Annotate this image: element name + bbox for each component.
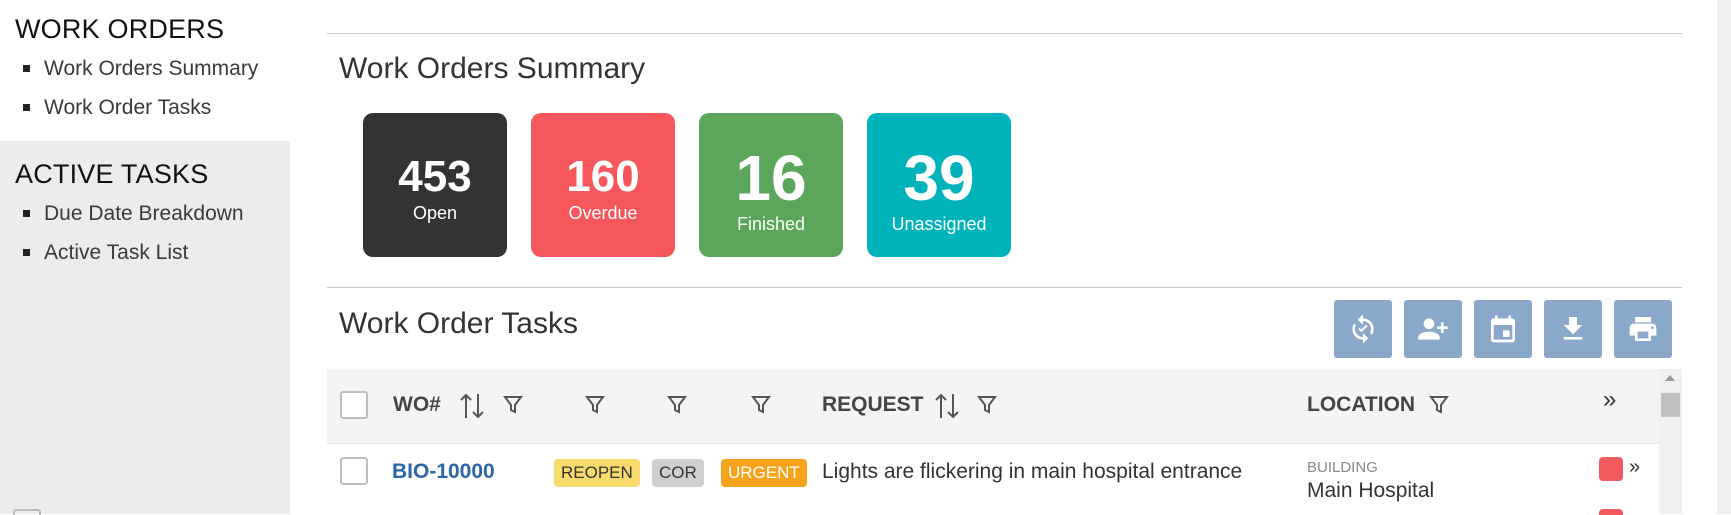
table-row[interactable]: BIO-10000 REOPEN COR URGENT Lights are f… bbox=[327, 443, 1659, 514]
status-indicator bbox=[1599, 457, 1623, 481]
sidebar-item-label: Work Orders Summary bbox=[44, 57, 259, 80]
column-header-location: LOCATION bbox=[1307, 393, 1416, 416]
row-checkbox[interactable] bbox=[13, 509, 41, 515]
sidebar-section-title: ACTIVE TASKS bbox=[15, 159, 209, 189]
select-all-checkbox[interactable] bbox=[340, 391, 368, 419]
reopen-badge: REOPEN bbox=[554, 459, 640, 487]
open-card[interactable]: 453 Open bbox=[363, 113, 507, 257]
tasks-title: Work Order Tasks bbox=[339, 307, 578, 340]
scroll-up-arrow-icon[interactable] bbox=[1665, 375, 1675, 381]
refresh-button[interactable] bbox=[1334, 300, 1392, 358]
urgent-badge: URGENT bbox=[721, 459, 807, 487]
filter-icon[interactable] bbox=[1429, 395, 1449, 420]
download-button[interactable] bbox=[1544, 300, 1602, 358]
card-value: 39 bbox=[903, 141, 975, 214]
finished-card[interactable]: 16 Finished bbox=[699, 113, 843, 257]
row-checkbox[interactable] bbox=[340, 457, 368, 485]
sidebar-item-work-order-tasks[interactable]: Work Order Tasks bbox=[15, 92, 290, 131]
sidebar-item-active-task-list[interactable]: Active Task List bbox=[15, 237, 290, 276]
summary-cards: 453 Open 160 Overdue 16 Finished 39 Unas… bbox=[363, 113, 1011, 257]
sort-icon[interactable] bbox=[934, 392, 960, 425]
sidebar-item-work-orders-summary[interactable]: Work Orders Summary bbox=[15, 53, 290, 92]
divider bbox=[327, 287, 1682, 288]
sidebar-item-label: Work Order Tasks bbox=[44, 96, 212, 119]
card-label: Finished bbox=[736, 213, 806, 234]
cor-badge: COR bbox=[652, 459, 704, 487]
sort-icon[interactable] bbox=[459, 392, 485, 425]
refresh-sync-icon bbox=[1352, 314, 1374, 344]
summary-title: Work Orders Summary bbox=[339, 52, 646, 85]
card-value: 16 bbox=[735, 141, 807, 214]
row-expand-icon[interactable]: » bbox=[1629, 456, 1640, 479]
sidebar-item-label: Due Date Breakdown bbox=[44, 202, 244, 225]
print-icon bbox=[1629, 317, 1657, 341]
sidebar: WORK ORDERS Work Orders Summary Work Ord… bbox=[0, 0, 290, 514]
table-scrollbar[interactable] bbox=[1659, 369, 1682, 514]
filter-icon[interactable] bbox=[585, 395, 605, 420]
request-text: Lights are flickering in main hospital e… bbox=[822, 460, 1243, 483]
sidebar-section-active-tasks: ACTIVE TASKS Due Date Breakdown Active T… bbox=[0, 141, 290, 514]
unassigned-card[interactable]: 39 Unassigned bbox=[867, 113, 1011, 257]
sidebar-item-due-date-breakdown[interactable]: Due Date Breakdown bbox=[15, 198, 290, 237]
main-content: Work Orders Summary 453 Open 160 Overdue… bbox=[327, 0, 1682, 514]
calendar-icon bbox=[1491, 315, 1515, 343]
filter-icon[interactable] bbox=[977, 395, 997, 420]
card-label: Open bbox=[412, 202, 458, 223]
sidebar-section-title: WORK ORDERS bbox=[15, 14, 225, 44]
filter-icon[interactable] bbox=[503, 395, 523, 420]
divider bbox=[327, 33, 1682, 34]
filter-icon[interactable] bbox=[667, 395, 687, 420]
assign-user-button[interactable] bbox=[1404, 300, 1462, 358]
filter-icon[interactable] bbox=[751, 395, 771, 420]
card-value: 160 bbox=[566, 151, 640, 201]
sidebar-list: Due Date Breakdown Active Task List bbox=[15, 198, 290, 276]
card-label: Overdue bbox=[568, 202, 638, 223]
sidebar-section-work-orders: WORK ORDERS Work Orders Summary Work Ord… bbox=[0, 0, 290, 131]
status-indicator bbox=[1599, 509, 1623, 515]
tasks-toolbar bbox=[1334, 300, 1672, 358]
sidebar-item-label: Active Task List bbox=[44, 241, 189, 264]
table-header: WO# REQUEST LOCATION » bbox=[327, 369, 1659, 443]
page-scroll-edge bbox=[1717, 0, 1731, 514]
print-button[interactable] bbox=[1614, 300, 1672, 358]
assign-user-icon bbox=[1418, 318, 1448, 340]
column-header-wo: WO# bbox=[393, 393, 441, 416]
scroll-thumb[interactable] bbox=[1661, 393, 1680, 417]
sidebar-list: Work Orders Summary Work Order Tasks bbox=[15, 53, 290, 131]
location-name: Main Hospital bbox=[1307, 479, 1435, 502]
location-caption: BUILDING bbox=[1307, 459, 1378, 476]
tasks-table: WO# REQUEST LOCATION » BIO-10000 REOPEN … bbox=[327, 369, 1682, 514]
card-label: Unassigned bbox=[891, 213, 987, 234]
calendar-button[interactable] bbox=[1474, 300, 1532, 358]
card-value: 453 bbox=[398, 151, 472, 201]
wo-link[interactable]: BIO-10000 bbox=[392, 460, 495, 484]
column-header-request: REQUEST bbox=[822, 393, 924, 416]
download-icon bbox=[1563, 317, 1583, 340]
expand-columns-icon[interactable]: » bbox=[1603, 386, 1616, 414]
overdue-card[interactable]: 160 Overdue bbox=[531, 113, 675, 257]
